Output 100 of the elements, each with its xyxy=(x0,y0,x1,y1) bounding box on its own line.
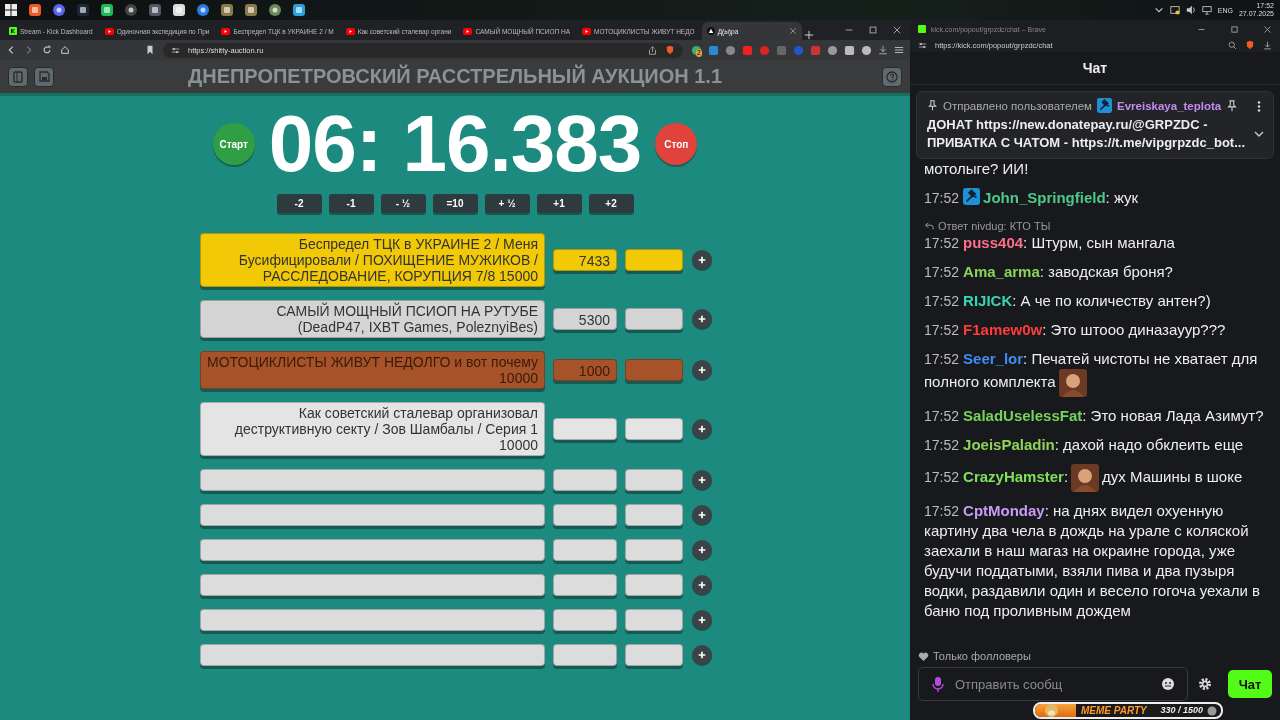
time-adjust-button[interactable]: -2 xyxy=(276,194,322,213)
close-icon[interactable] xyxy=(788,27,797,35)
app-icon[interactable] xyxy=(196,3,210,17)
menu-icon[interactable] xyxy=(894,45,904,55)
extension-icon[interactable] xyxy=(708,44,719,56)
add-button[interactable] xyxy=(692,419,712,439)
monitor-icon[interactable] xyxy=(1201,5,1212,15)
app-icon[interactable] xyxy=(148,3,162,17)
add-button[interactable] xyxy=(692,645,712,665)
share-icon[interactable] xyxy=(648,45,657,55)
bookmark-icon[interactable] xyxy=(145,45,155,55)
chevron-icon[interactable] xyxy=(1153,5,1164,15)
lot-title-field[interactable]: Как советский сталевар организовал деструктивную секту / Зов Шамбалы / Серия 1 10000 xyxy=(200,402,545,456)
add-button[interactable] xyxy=(692,505,712,525)
download-icon[interactable] xyxy=(1263,40,1272,50)
app-icon[interactable] xyxy=(172,3,186,17)
panel-toggle-button[interactable] xyxy=(8,66,28,87)
settings-icon[interactable] xyxy=(1198,677,1212,691)
shield-icon[interactable] xyxy=(1245,40,1255,50)
message-field[interactable]: Отправить сообщ xyxy=(918,667,1188,701)
site-settings-icon[interactable] xyxy=(918,40,927,50)
maximize-icon[interactable] xyxy=(1230,24,1239,34)
extension-icon[interactable] xyxy=(827,44,838,56)
home-icon[interactable] xyxy=(60,45,70,55)
message-input[interactable]: Отправить сообщ xyxy=(955,676,1151,692)
extra-field[interactable] xyxy=(625,504,683,526)
add-button[interactable] xyxy=(692,250,712,270)
start-menu-icon[interactable] xyxy=(4,3,18,17)
app-icon[interactable] xyxy=(52,3,66,17)
extra-field[interactable] xyxy=(625,308,683,330)
emoji-icon[interactable] xyxy=(1161,677,1175,691)
add-button[interactable] xyxy=(692,470,712,490)
zoom-icon[interactable] xyxy=(1228,40,1237,50)
link[interactable]: https://t.me/vipgrpzdc_bot... xyxy=(1071,135,1246,150)
app-icon[interactable] xyxy=(124,3,138,17)
extra-field[interactable] xyxy=(625,574,683,596)
amount-field[interactable]: 7433 xyxy=(553,249,617,271)
microphone-icon[interactable] xyxy=(931,676,945,692)
add-button[interactable] xyxy=(692,540,712,560)
amount-field[interactable] xyxy=(553,644,617,666)
new-tab-icon[interactable] xyxy=(803,30,814,40)
extra-field[interactable] xyxy=(625,418,683,440)
lot-title-field[interactable]: Беспредел ТЦК в УКРАИНЕ 2 / Меня Бусифицировали / ПОХИЩЕНИЕ МУЖИКОВ / РАССЛЕДОВАНИЕ, КОРУПЦИЯ 7/8 15000 xyxy=(200,233,545,287)
lot-title-field[interactable] xyxy=(200,574,545,596)
time-adjust-button[interactable]: - ½ xyxy=(380,194,426,213)
save-button[interactable] xyxy=(34,66,54,87)
extra-field[interactable] xyxy=(625,644,683,666)
amount-field[interactable] xyxy=(553,504,617,526)
add-button[interactable] xyxy=(692,360,712,380)
pin-icon[interactable] xyxy=(1226,99,1239,112)
app-icon[interactable] xyxy=(292,3,306,17)
extra-field[interactable] xyxy=(625,249,683,271)
help-button[interactable] xyxy=(882,66,902,87)
extra-field[interactable] xyxy=(625,469,683,491)
extension-icon[interactable] xyxy=(742,44,753,56)
extra-field[interactable] xyxy=(625,609,683,631)
link[interactable]: https://new.donatepay.ru/@GRPZDC xyxy=(976,117,1200,132)
lot-title-field[interactable] xyxy=(200,469,545,491)
extension-icon[interactable] xyxy=(861,44,872,56)
add-button[interactable] xyxy=(692,575,712,595)
add-button[interactable] xyxy=(692,309,712,329)
time-adjust-button[interactable]: + ½ xyxy=(484,194,530,213)
shield-icon[interactable] xyxy=(665,45,675,55)
app-icon[interactable] xyxy=(28,3,42,17)
stop-button[interactable]: Стоп xyxy=(655,123,698,165)
app-icon[interactable] xyxy=(220,3,234,17)
app-icon[interactable] xyxy=(100,3,114,17)
app-icon[interactable] xyxy=(244,3,258,17)
lot-title-field[interactable] xyxy=(200,644,545,666)
reload-icon[interactable] xyxy=(42,45,52,55)
close-icon[interactable] xyxy=(892,25,902,35)
extra-field[interactable] xyxy=(625,539,683,561)
download-icon[interactable] xyxy=(878,45,888,55)
back-icon[interactable] xyxy=(6,45,16,55)
time-adjust-button[interactable]: -1 xyxy=(328,194,374,213)
amount-field[interactable] xyxy=(553,609,617,631)
volume-icon[interactable] xyxy=(1185,5,1196,15)
close-icon[interactable] xyxy=(1263,24,1272,34)
site-settings-icon[interactable] xyxy=(171,45,180,55)
maximize-icon[interactable] xyxy=(868,25,878,35)
time-adjust-button[interactable]: =10 xyxy=(432,194,478,213)
app-icon[interactable] xyxy=(76,3,90,17)
add-button[interactable] xyxy=(692,610,712,630)
lot-title-field[interactable] xyxy=(200,504,545,526)
amount-field[interactable] xyxy=(553,469,617,491)
amount-field[interactable]: 5300 xyxy=(553,308,617,330)
amount-field[interactable] xyxy=(553,418,617,440)
extension-icon[interactable] xyxy=(844,44,855,56)
time-adjust-button[interactable]: +1 xyxy=(536,194,582,213)
extra-field[interactable] xyxy=(625,359,683,381)
extension-icon[interactable] xyxy=(691,44,702,56)
amount-field[interactable] xyxy=(553,574,617,596)
lot-title-field[interactable] xyxy=(200,539,545,561)
extension-icon[interactable] xyxy=(725,44,736,56)
time-adjust-button[interactable]: +2 xyxy=(588,194,634,213)
lot-title-field[interactable]: САМЫЙ МОЩНЫЙ ПСИОП НА РУТУБЕ (DeadP47, IXBT Games, PoleznyiBes) xyxy=(200,300,545,338)
amount-field[interactable] xyxy=(553,539,617,561)
send-button[interactable]: Чат xyxy=(1228,670,1272,698)
reply-preview[interactable]: Ответ nivdug: КТО ТЫ xyxy=(938,219,1051,233)
security-icon[interactable] xyxy=(1169,5,1180,15)
